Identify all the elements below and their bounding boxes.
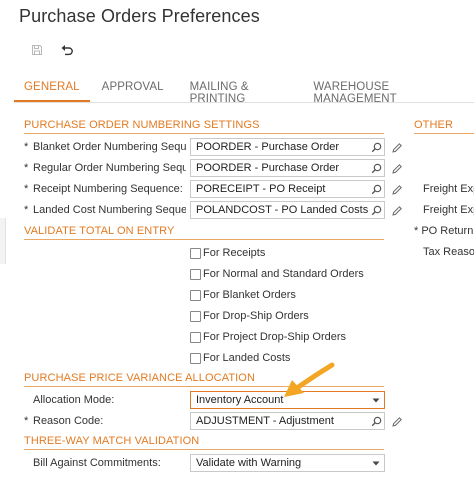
tab-approval[interactable]: APPROVAL: [102, 79, 164, 102]
pencil-icon[interactable]: [391, 162, 403, 174]
blanket-order-numbering-selector[interactable]: POORDER - Purchase Order: [190, 138, 385, 156]
allocation-mode-row: Allocation Mode:: [24, 390, 186, 410]
checkbox[interactable]: [190, 289, 201, 301]
undo-button[interactable]: [52, 40, 82, 60]
dropdown-value: Validate with Warning: [196, 457, 302, 469]
required-marker: *: [24, 183, 29, 195]
required-marker: *: [24, 162, 29, 174]
bill-against-commitments-label: Bill Against Commitments:: [33, 457, 161, 469]
blanket-order-numbering-label: Blanket Order Numbering Sequ...: [33, 141, 186, 153]
checkbox[interactable]: [190, 268, 201, 280]
section-validate-divider: [24, 239, 384, 240]
other-po-return-label: PO Return: [421, 225, 474, 237]
tab-mailing-printing[interactable]: MAILING & PRINTING: [190, 79, 288, 105]
other-freight-expense-label-2: Freight Exp: [423, 204, 474, 216]
section-other-header: OTHER: [414, 119, 453, 131]
selector-value: POORDER - Purchase Order: [196, 162, 340, 174]
receipt-numbering-row: * Receipt Numbering Sequence:: [24, 179, 186, 199]
required-marker: *: [24, 204, 29, 216]
reason-code-row: * Reason Code:: [24, 411, 186, 431]
bill-against-commitments-row: Bill Against Commitments:: [24, 453, 186, 473]
landed-cost-numbering-selector[interactable]: POLANDCOST - PO Landed Costs: [190, 201, 385, 219]
pencil-icon[interactable]: [391, 415, 403, 427]
checkbox-for-landed-costs[interactable]: For Landed Costs: [190, 350, 290, 366]
checkbox-for-normal-standard-orders[interactable]: For Normal and Standard Orders: [190, 266, 364, 282]
section-threeway-header: THREE-WAY MATCH VALIDATION: [24, 435, 200, 447]
tab-warehouse-management[interactable]: WAREHOUSE MANAGEMENT: [313, 79, 448, 105]
reason-code-label: Reason Code:: [33, 415, 104, 427]
checkbox[interactable]: [190, 331, 201, 343]
regular-order-numbering-selector[interactable]: POORDER - Purchase Order: [190, 159, 385, 177]
receipt-numbering-label: Receipt Numbering Sequence:: [33, 183, 183, 195]
section-other-divider: [414, 133, 474, 134]
caret-down-icon[interactable]: [368, 461, 384, 466]
pencil-icon[interactable]: [391, 141, 403, 153]
search-icon[interactable]: [368, 202, 384, 218]
section-numbering-header: PURCHASE ORDER NUMBERING SETTINGS: [24, 119, 260, 131]
other-freight-expense-label-1: Freight Exp: [423, 183, 474, 195]
blanket-order-numbering-row: * Blanket Order Numbering Sequ...: [24, 137, 186, 157]
regular-order-numbering-label: Regular Order Numbering Sequ...: [33, 162, 186, 174]
selector-value: POLANDCOST - PO Landed Costs: [196, 204, 368, 216]
section-threeway-divider: [24, 449, 384, 450]
landed-cost-numbering-row: * Landed Cost Numbering Seque...: [24, 200, 186, 220]
tab-bar: GENERAL APPROVAL MAILING & PRINTING WARE…: [14, 79, 474, 105]
checkbox[interactable]: [190, 247, 201, 259]
landed-cost-numbering-label: Landed Cost Numbering Seque...: [33, 204, 186, 216]
undo-icon: [60, 44, 74, 56]
pencil-icon[interactable]: [391, 183, 403, 195]
search-icon[interactable]: [368, 139, 384, 155]
caret-down-icon[interactable]: [368, 398, 384, 403]
receipt-numbering-selector[interactable]: PORECEIPT - PO Receipt: [190, 180, 385, 198]
search-icon[interactable]: [368, 181, 384, 197]
page-title: Purchase Orders Preferences: [19, 6, 260, 26]
section-validate-header: VALIDATE TOTAL ON ENTRY: [24, 225, 175, 237]
checkbox-for-project-drop-ship-orders[interactable]: For Project Drop-Ship Orders: [190, 329, 346, 345]
annotation-arrow-icon: [284, 362, 335, 397]
bill-against-commitments-dropdown[interactable]: Validate with Warning: [190, 454, 385, 472]
checkbox-for-receipts[interactable]: For Receipts: [190, 245, 265, 261]
tab-bar-divider: [14, 102, 474, 103]
allocation-mode-label: Allocation Mode:: [33, 394, 115, 406]
selector-value: PORECEIPT - PO Receipt: [196, 183, 326, 195]
checkbox[interactable]: [190, 310, 201, 322]
selector-value: ADJUSTMENT - Adjustment: [196, 415, 334, 427]
other-tax-reason-label: Tax Reason: [423, 246, 474, 258]
search-icon[interactable]: [368, 413, 384, 429]
regular-order-numbering-row: * Regular Order Numbering Sequ...: [24, 158, 186, 178]
section-numbering-divider: [24, 133, 384, 134]
toolbar: [22, 40, 82, 60]
checkbox-for-drop-ship-orders[interactable]: For Drop-Ship Orders: [190, 308, 309, 324]
other-po-return-row: * PO Return: [414, 225, 473, 237]
checkbox-for-blanket-orders[interactable]: For Blanket Orders: [190, 287, 296, 303]
pencil-icon[interactable]: [391, 204, 403, 216]
search-icon[interactable]: [368, 160, 384, 176]
required-marker: *: [24, 141, 29, 153]
left-panel-edge: [0, 218, 6, 264]
required-marker: *: [24, 415, 29, 427]
selector-value: POORDER - Purchase Order: [196, 141, 340, 153]
tab-general[interactable]: GENERAL: [14, 79, 90, 102]
save-icon: [31, 44, 43, 56]
reason-code-selector[interactable]: ADJUSTMENT - Adjustment: [190, 412, 385, 430]
required-marker: *: [414, 225, 419, 237]
section-ppv-header: PURCHASE PRICE VARIANCE ALLOCATION: [24, 372, 255, 384]
checkbox[interactable]: [190, 352, 201, 364]
save-button[interactable]: [22, 40, 52, 60]
